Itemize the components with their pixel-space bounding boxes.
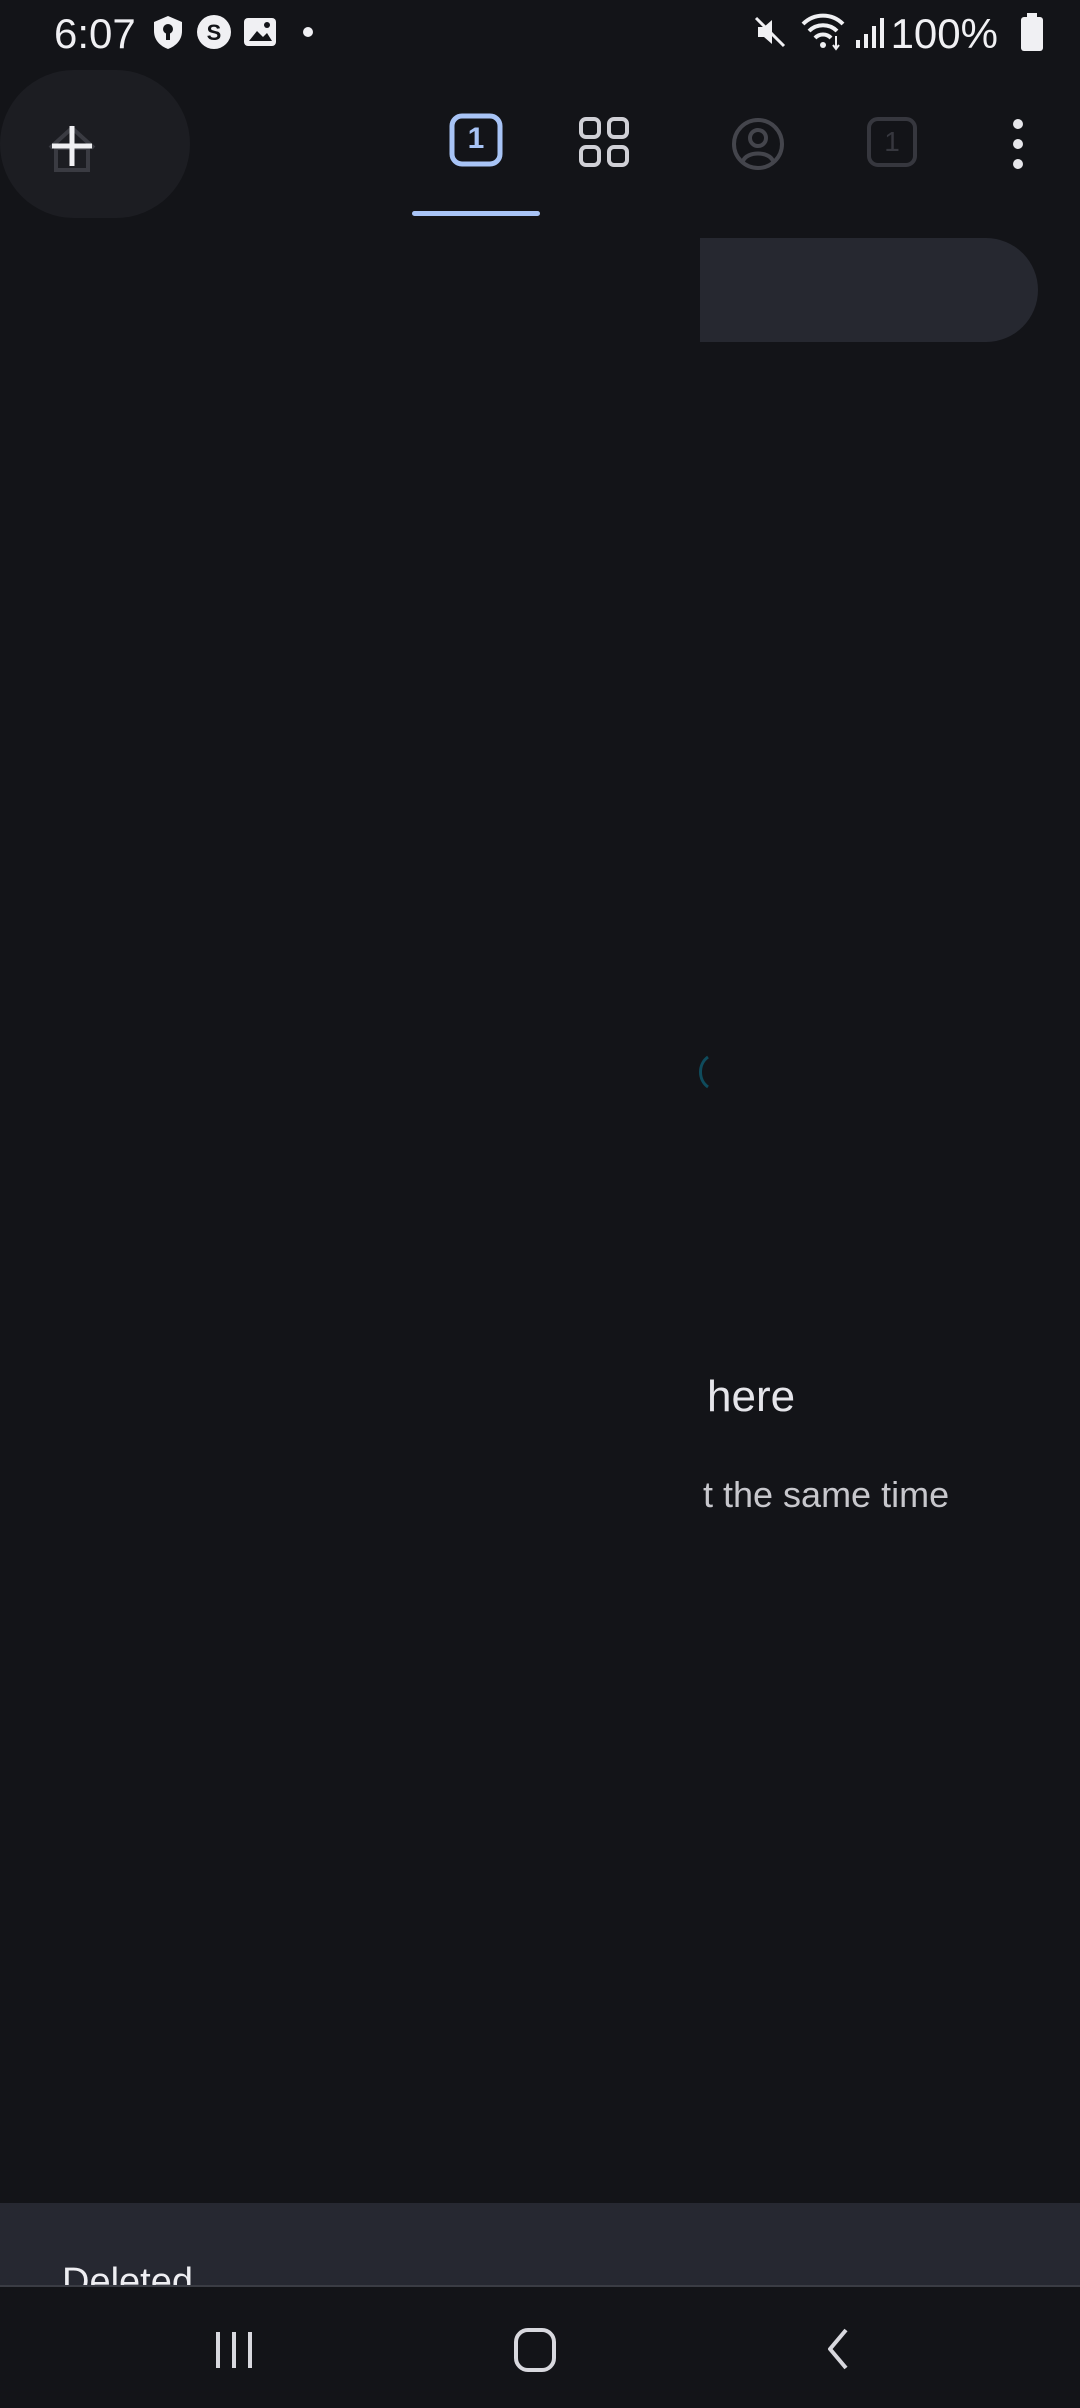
empty-state-subtitle: t the same time bbox=[703, 1474, 950, 1515]
search-box-fragment[interactable] bbox=[700, 238, 1038, 342]
svg-text:S: S bbox=[207, 20, 222, 45]
s-app-icon: S bbox=[197, 15, 231, 49]
tab-grid-icon[interactable] bbox=[578, 116, 630, 168]
tab-count-label: 1 bbox=[467, 122, 485, 155]
illustration-fragment-icon bbox=[699, 1055, 709, 1089]
status-time: 6:07 bbox=[54, 10, 136, 57]
battery-icon bbox=[1021, 13, 1043, 51]
image-icon bbox=[244, 18, 276, 46]
mute-icon bbox=[754, 16, 786, 48]
shield-icon bbox=[154, 16, 182, 49]
home-icon[interactable] bbox=[500, 2318, 572, 2380]
status-bar: 6:07 S 100% bbox=[0, 0, 1080, 70]
snackbar-message: Deleted bbox=[62, 2261, 193, 2287]
wifi-icon bbox=[801, 13, 845, 51]
snackbar: Deleted bbox=[0, 2203, 1080, 2287]
ghost-tab-count-button[interactable]: 1 bbox=[866, 116, 918, 168]
recent-apps-icon[interactable] bbox=[198, 2318, 270, 2380]
tab-switcher-count-button[interactable]: 1 bbox=[448, 112, 504, 168]
selected-tab-indicator bbox=[412, 211, 540, 216]
ghost-tab-count-label: 1 bbox=[884, 126, 900, 157]
empty-state-title: here bbox=[707, 1372, 796, 1421]
more-options-icon[interactable] bbox=[1000, 116, 1036, 172]
back-icon[interactable] bbox=[804, 2318, 876, 2380]
signal-icon bbox=[856, 18, 884, 48]
new-tab-plus-icon[interactable] bbox=[36, 110, 108, 182]
dot-icon bbox=[303, 27, 313, 37]
battery-percentage: 100% bbox=[890, 10, 998, 57]
account-icon[interactable] bbox=[730, 116, 786, 172]
